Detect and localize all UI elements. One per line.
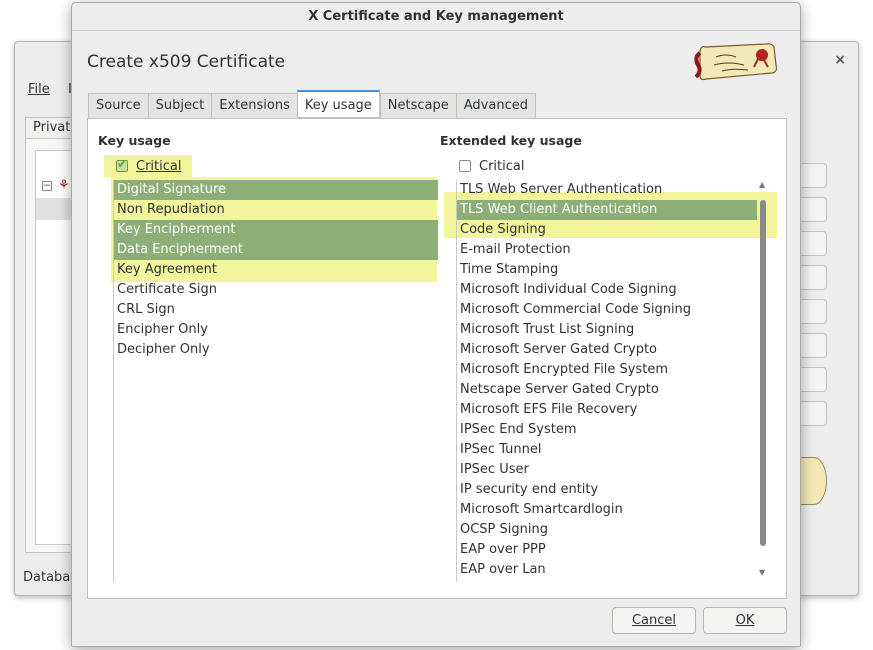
list-item[interactable]: Decipher Only: [114, 340, 438, 360]
list-item[interactable]: Microsoft Smartcardlogin: [457, 500, 769, 520]
list-item[interactable]: TLS Web Server Authentication: [457, 180, 769, 200]
list-item[interactable]: Time Stamping: [457, 260, 769, 280]
dialog-title: X Certificate and Key management: [72, 3, 800, 31]
side-button[interactable]: [797, 333, 827, 358]
tab-key-usage[interactable]: Key usage: [296, 90, 380, 118]
certificate-icon: ⚘: [58, 178, 70, 193]
list-item[interactable]: Key Encipherment: [114, 220, 438, 240]
list-item[interactable]: IPSec End System: [457, 420, 769, 440]
critical-label: Critical: [479, 158, 525, 174]
tab-subject[interactable]: Subject: [147, 93, 212, 119]
side-button[interactable]: [797, 401, 827, 426]
list-item[interactable]: Microsoft Server Gated Crypto: [457, 340, 769, 360]
list-item[interactable]: Data Encipherment: [114, 240, 438, 260]
tab-netscape[interactable]: Netscape: [379, 93, 456, 119]
ok-button-label: OK: [735, 613, 755, 628]
collapse-icon[interactable]: −: [42, 181, 52, 191]
list-item[interactable]: Certificate Sign: [114, 280, 438, 300]
side-button[interactable]: [797, 197, 827, 222]
side-button[interactable]: [797, 163, 827, 188]
list-item[interactable]: Digital Signature: [114, 180, 438, 200]
logo-fragment-icon: [801, 457, 827, 505]
list-item[interactable]: Code Signing: [457, 220, 769, 240]
tab-source[interactable]: Source: [88, 93, 148, 119]
list-item[interactable]: Microsoft Encrypted File System: [457, 360, 769, 380]
extended-key-usage-list[interactable]: TLS Web Server Authentication TLS Web Cli…: [456, 180, 769, 582]
list-item[interactable]: IPSec User: [457, 460, 769, 480]
checkbox-checked-icon[interactable]: [116, 157, 128, 172]
list-item[interactable]: Microsoft Commercial Code Signing: [457, 300, 769, 320]
list-item[interactable]: IPSec Tunnel: [457, 440, 769, 460]
side-button[interactable]: [797, 299, 827, 324]
ok-button[interactable]: OK: [703, 607, 787, 634]
side-button[interactable]: [797, 231, 827, 256]
key-usage-panel: Key usage Extended key usage Critical Cr…: [87, 118, 787, 599]
close-icon[interactable]: ×: [834, 52, 846, 68]
side-button[interactable]: [797, 367, 827, 392]
scrollbar-thumb[interactable]: [760, 200, 766, 546]
key-usage-title: Key usage: [98, 133, 171, 148]
list-item[interactable]: Key Agreement: [114, 260, 438, 280]
certificate-scroll-logo-icon: [694, 43, 778, 81]
cancel-button-label: Cancel: [631, 613, 677, 628]
tab-bar: Source Subject Extensions Key usage Netscape…: [88, 90, 536, 119]
key-usage-critical-checkbox[interactable]: Critical: [104, 155, 192, 177]
list-item[interactable]: TLS Web Client Authentication: [457, 200, 757, 220]
side-button[interactable]: [797, 265, 827, 290]
list-item[interactable]: EAP over Lan: [457, 560, 769, 580]
list-item[interactable]: Microsoft Trust List Signing: [457, 320, 769, 340]
cancel-button[interactable]: Cancel: [612, 607, 696, 634]
create-certificate-dialog: X Certificate and Key management Create …: [71, 2, 801, 647]
tab-extensions[interactable]: Extensions: [211, 93, 297, 119]
list-item[interactable]: OCSP Signing: [457, 520, 769, 540]
list-item[interactable]: Netscape Server Gated Crypto: [457, 380, 769, 400]
list-item[interactable]: EAP over PPP: [457, 540, 769, 560]
page-title: Create x509 Certificate: [87, 52, 286, 72]
list-item[interactable]: Encipher Only: [114, 320, 438, 340]
tab-advanced[interactable]: Advanced: [455, 93, 536, 119]
list-item[interactable]: Non Repudiation: [114, 200, 438, 220]
list-item[interactable]: CRL Sign: [114, 300, 438, 320]
extended-key-usage-title: Extended key usage: [440, 133, 582, 148]
checkbox-unchecked-icon[interactable]: [459, 160, 471, 172]
scroll-up-icon[interactable]: ▲: [759, 180, 765, 189]
key-usage-list[interactable]: Digital Signature Non Repudiation Key Enci…: [113, 180, 438, 582]
list-item[interactable]: IP security end entity: [457, 480, 769, 500]
critical-label: Critical: [136, 158, 182, 174]
list-item[interactable]: Microsoft EFS File Recovery: [457, 400, 769, 420]
extended-key-usage-critical-checkbox[interactable]: Critical: [459, 155, 524, 177]
list-item[interactable]: E-mail Protection: [457, 240, 769, 260]
status-bar-text: Databas: [23, 570, 78, 585]
scroll-down-icon[interactable]: ▼: [759, 568, 765, 577]
menu-file[interactable]: File: [28, 82, 50, 97]
scrollbar[interactable]: ▲ ▼: [758, 180, 768, 579]
list-item[interactable]: Microsoft Individual Code Signing: [457, 280, 769, 300]
